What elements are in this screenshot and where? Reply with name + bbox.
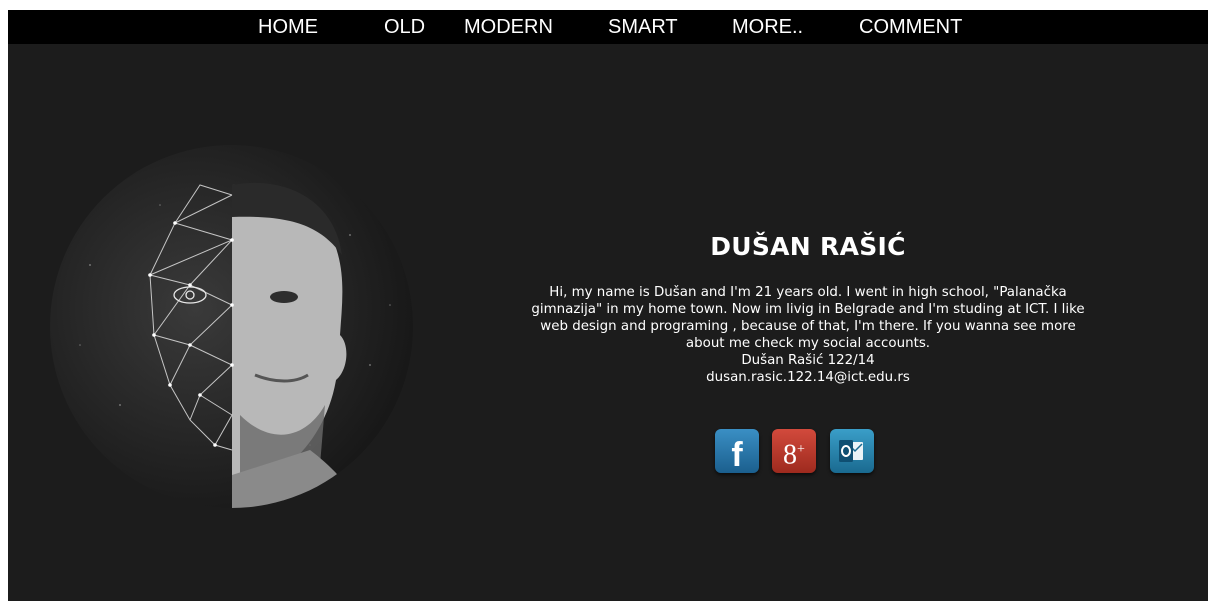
- bio-line: Hi, my name is Dušan and I'm 21 years ol…: [549, 285, 1067, 300]
- profile-name-heading: DUŠAN RAŠIĆ: [710, 232, 906, 261]
- google-plus-sup: +: [797, 442, 805, 457]
- profile-portrait-image: [50, 145, 413, 508]
- page: HOME OLD MODERN SMART MORE.. COMMENT DUŠ…: [8, 10, 1208, 601]
- profile-bio: Hi, my name is Dušan and I'm 21 years ol…: [488, 284, 1128, 386]
- nav-smart-link[interactable]: SMART: [608, 16, 678, 38]
- facebook-icon: f: [731, 436, 743, 474]
- social-links: f 8+: [713, 429, 883, 475]
- nav-comment-link[interactable]: COMMENT: [859, 16, 962, 38]
- profile-section: DUŠAN RAŠIĆ Hi, my name is Dušan and I'm…: [488, 230, 1128, 386]
- outlook-button[interactable]: [830, 429, 874, 473]
- nav-old-link[interactable]: OLD: [384, 16, 425, 38]
- bio-line: web design and programing , because of t…: [540, 319, 1076, 334]
- top-navbar: HOME OLD MODERN SMART MORE.. COMMENT: [8, 10, 1208, 44]
- nav-modern-link[interactable]: MODERN: [464, 16, 553, 38]
- bio-line: gimnazija" in my home town. Now im livig…: [531, 302, 1085, 317]
- nav-home-link[interactable]: HOME: [258, 16, 318, 38]
- nav-more-link[interactable]: MORE..: [732, 16, 803, 38]
- facebook-button[interactable]: f: [715, 429, 759, 474]
- bio-line: about me check my social accounts.: [685, 336, 931, 351]
- google-plus-glyph: 8: [783, 439, 798, 471]
- outlook-icon: [830, 429, 874, 473]
- google-plus-button[interactable]: 8+: [772, 429, 816, 473]
- profile-signature: Dušan Rašić 122/14: [741, 353, 875, 368]
- profile-email: dusan.rasic.122.14@ict.edu.rs: [706, 370, 910, 385]
- google-plus-icon: 8+: [772, 429, 816, 473]
